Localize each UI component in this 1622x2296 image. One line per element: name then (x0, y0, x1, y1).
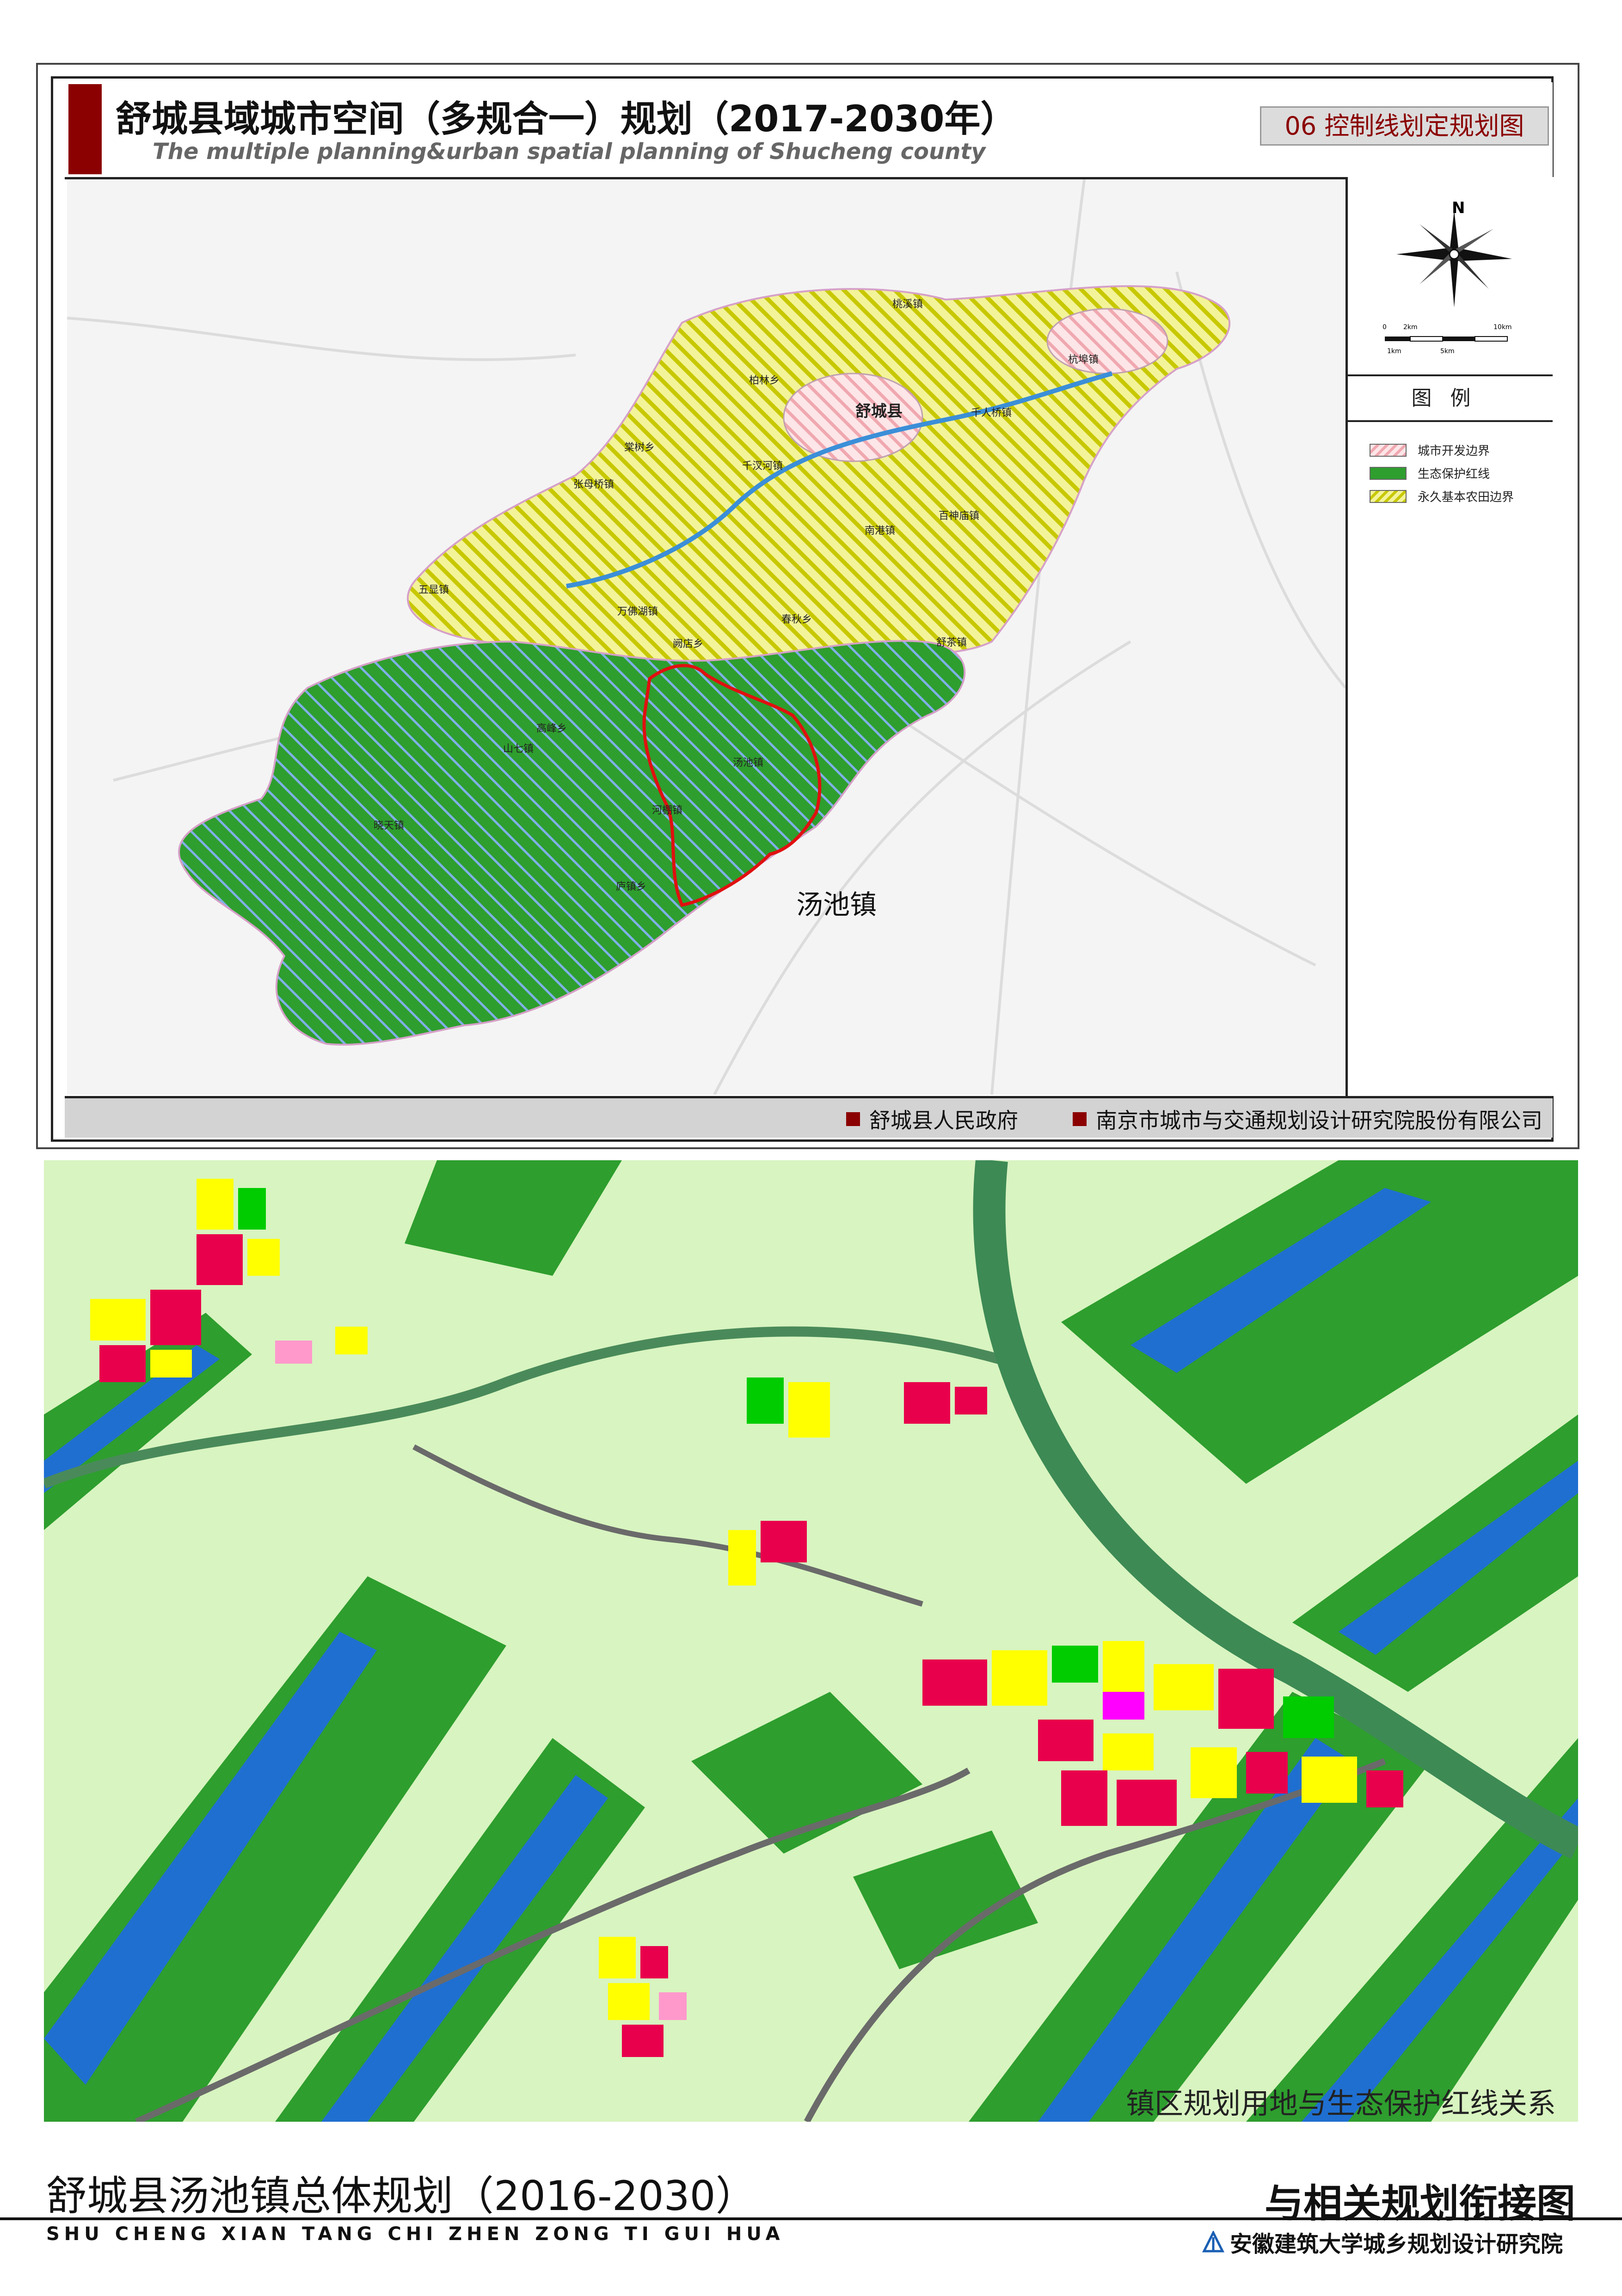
town-label: 千汊河镇 (742, 460, 783, 472)
legend-swatch (1370, 443, 1407, 457)
north-label: N (1452, 199, 1465, 217)
legend-item-ecological-redline: 生态保护红线 (1370, 465, 1490, 482)
legend-swatch (1370, 490, 1407, 503)
county-plan-title: 舒城县域城市空间（多规合一）规划（2017-2030年） (116, 98, 1017, 140)
lower-map-caption: 镇区规划用地与生态保护红线关系 (1126, 2087, 1556, 2120)
town-label: 高峰乡 (536, 723, 567, 735)
town-label: 张母桥镇 (573, 479, 614, 490)
town-landuse-ecology-map (44, 1160, 1578, 2122)
town-label: 千人桥镇 (971, 407, 1012, 419)
footer-org-right: 南京市城市与交通规划设计研究院股份有限公司 (1073, 1104, 1542, 1134)
town-label: 百神庙镇 (939, 510, 980, 522)
town-label: 晓天镇 (374, 820, 405, 832)
footer-org-left-text: 舒城县人民政府 (869, 1108, 1018, 1133)
legend-item-urban-boundary: 城市开发边界 (1370, 441, 1490, 459)
sheet-title: 舒城县汤池镇总体规划（2016-2030） (46, 2172, 756, 2220)
institute-logo-icon (1202, 2231, 1224, 2253)
town-label: 杭埠镇 (1068, 354, 1099, 366)
urban-development-boundary-hangbu (1046, 308, 1168, 374)
map-number-badge: 06 控制线划定规划图 (1260, 106, 1549, 146)
scale-label: 10km (1493, 324, 1512, 331)
town-label: 棠树乡 (624, 442, 655, 453)
town-label: 舒茶镇 (936, 637, 967, 649)
scale-label: 0 (1382, 324, 1387, 331)
county-control-line-map (67, 179, 1346, 1095)
town-label: 汤池镇 (733, 757, 764, 769)
town-label: 春秋乡 (781, 614, 812, 625)
legend-item-farmland-boundary: 永久基本农田边界 (1370, 488, 1514, 505)
town-label: 阙店乡 (673, 638, 704, 650)
legend-label: 永久基本农田边界 (1418, 490, 1514, 504)
town-label: 南港镇 (865, 525, 896, 537)
scale-label: 2km (1403, 324, 1418, 331)
institute-name: 安徽建筑大学城乡规划设计研究院 (1230, 2231, 1563, 2257)
town-label: 桃溪镇 (892, 299, 923, 310)
town-label: 河棚镇 (652, 805, 683, 816)
legend-label: 城市开发边界 (1418, 444, 1490, 458)
town-label: 庐镇乡 (616, 881, 647, 893)
title-accent-block (68, 84, 102, 174)
county-plan-title-en: The multiple planning&urban spatial plan… (153, 139, 986, 165)
institute-credit: 安徽建筑大学城乡规划设计研究院 (1202, 2226, 1563, 2258)
town-label: 山七镇 (503, 743, 534, 755)
scale-label: 1km (1387, 348, 1401, 355)
town-label: 万佛湖镇 (617, 606, 658, 618)
town-label: 五显镇 (418, 584, 449, 596)
sheet-title-rule (0, 2217, 1622, 2220)
footer-marker (846, 1112, 860, 1126)
legend-heading: 图例 (1348, 374, 1553, 422)
scale-label: 5km (1440, 348, 1455, 355)
label-tangchi-town: 汤池镇 (796, 889, 877, 920)
footer-marker (1073, 1112, 1087, 1126)
label-county: 舒城县 (855, 402, 903, 421)
sheet-title-pinyin: SHU CHENG XIAN TANG CHI ZHEN ZONG TI GUI… (46, 2223, 785, 2245)
legend-label: 生态保护红线 (1418, 467, 1490, 481)
town-label: 柏林乡 (749, 375, 780, 386)
footer-org-left: 舒城县人民政府 (846, 1104, 1018, 1134)
footer-org-right-text: 南京市城市与交通规划设计研究院股份有限公司 (1096, 1108, 1542, 1133)
legend-swatch (1370, 466, 1407, 480)
